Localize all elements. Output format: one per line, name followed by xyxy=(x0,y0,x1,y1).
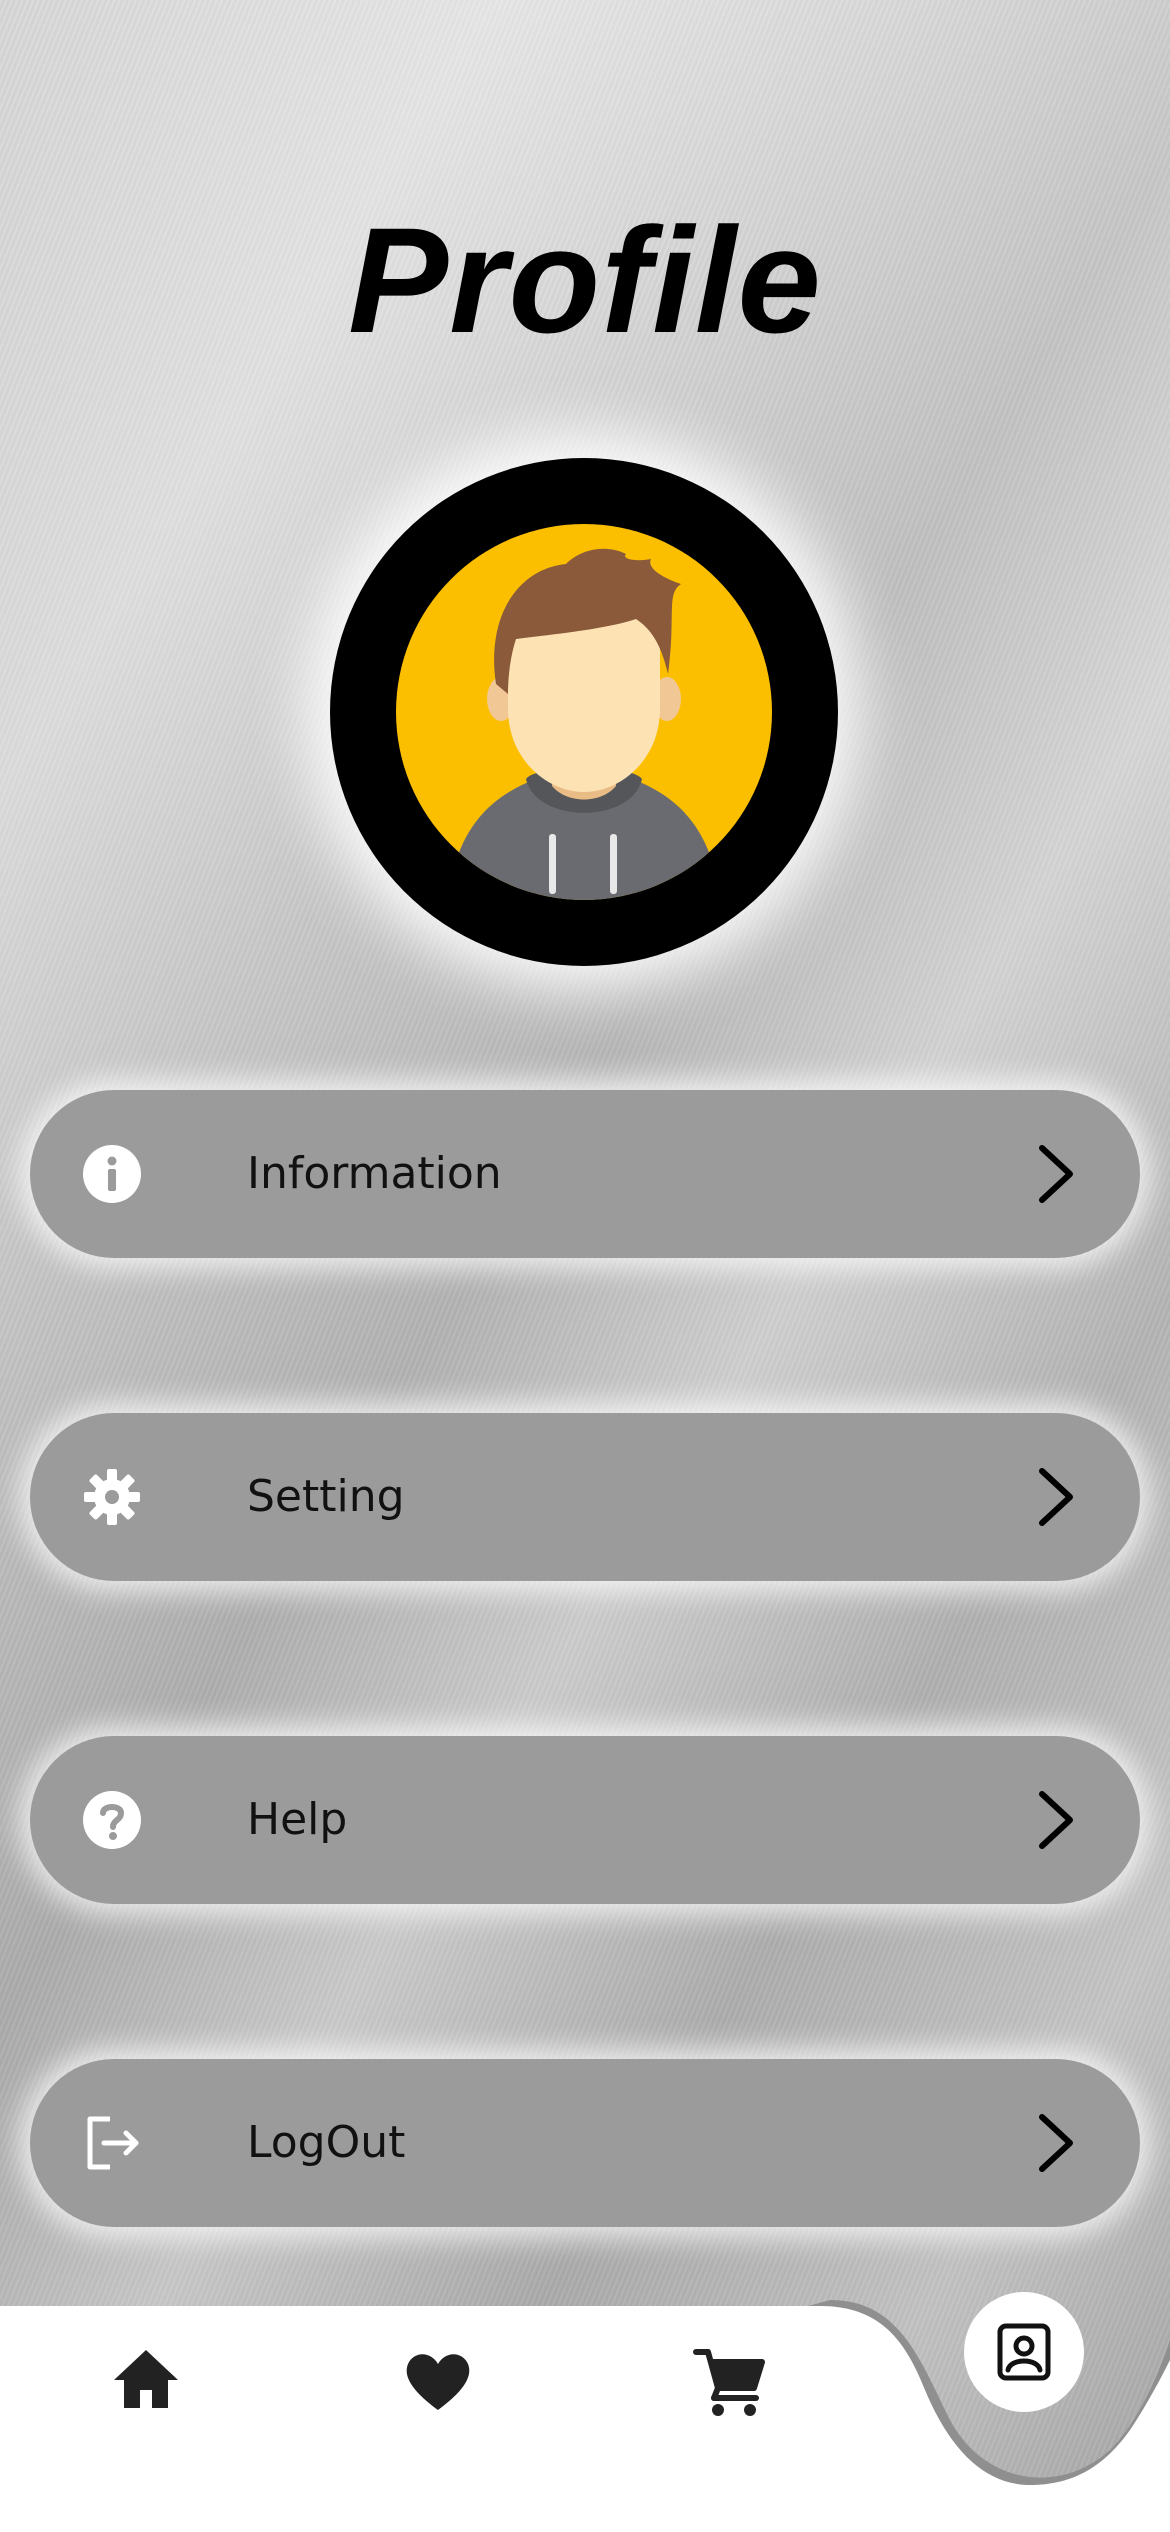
cart-icon xyxy=(693,2349,765,2416)
chevron-right-icon xyxy=(1032,1465,1080,1529)
menu-item-label: Help xyxy=(247,1794,348,1845)
avatar-image xyxy=(396,524,772,900)
nav-home[interactable] xyxy=(106,2340,186,2420)
logout-icon xyxy=(82,2113,142,2173)
menu-item-help[interactable]: Help xyxy=(30,1736,1140,1904)
info-icon xyxy=(82,1144,142,1204)
chevron-right-icon xyxy=(1032,1788,1080,1852)
home-icon xyxy=(114,2350,178,2408)
menu-item-information[interactable]: Information xyxy=(30,1090,1140,1258)
menu-item-label: Setting xyxy=(247,1471,405,1522)
profile-icon xyxy=(997,2323,1051,2381)
avatar[interactable] xyxy=(330,458,838,966)
menu-item-logout[interactable]: LogOut xyxy=(30,2059,1140,2227)
nav-favorites[interactable] xyxy=(398,2340,478,2420)
menu-item-setting[interactable]: Setting xyxy=(30,1413,1140,1581)
menu-item-label: LogOut xyxy=(247,2117,406,2168)
help-icon xyxy=(82,1790,142,1850)
heart-icon xyxy=(406,2354,470,2410)
menu-item-label: Information xyxy=(247,1148,502,1199)
page-title: Profile xyxy=(348,196,822,364)
gear-icon xyxy=(82,1467,142,1527)
nav-profile[interactable] xyxy=(964,2292,1084,2412)
nav-cart[interactable] xyxy=(690,2340,770,2420)
chevron-right-icon xyxy=(1032,2111,1080,2175)
chevron-right-icon xyxy=(1032,1142,1080,1206)
